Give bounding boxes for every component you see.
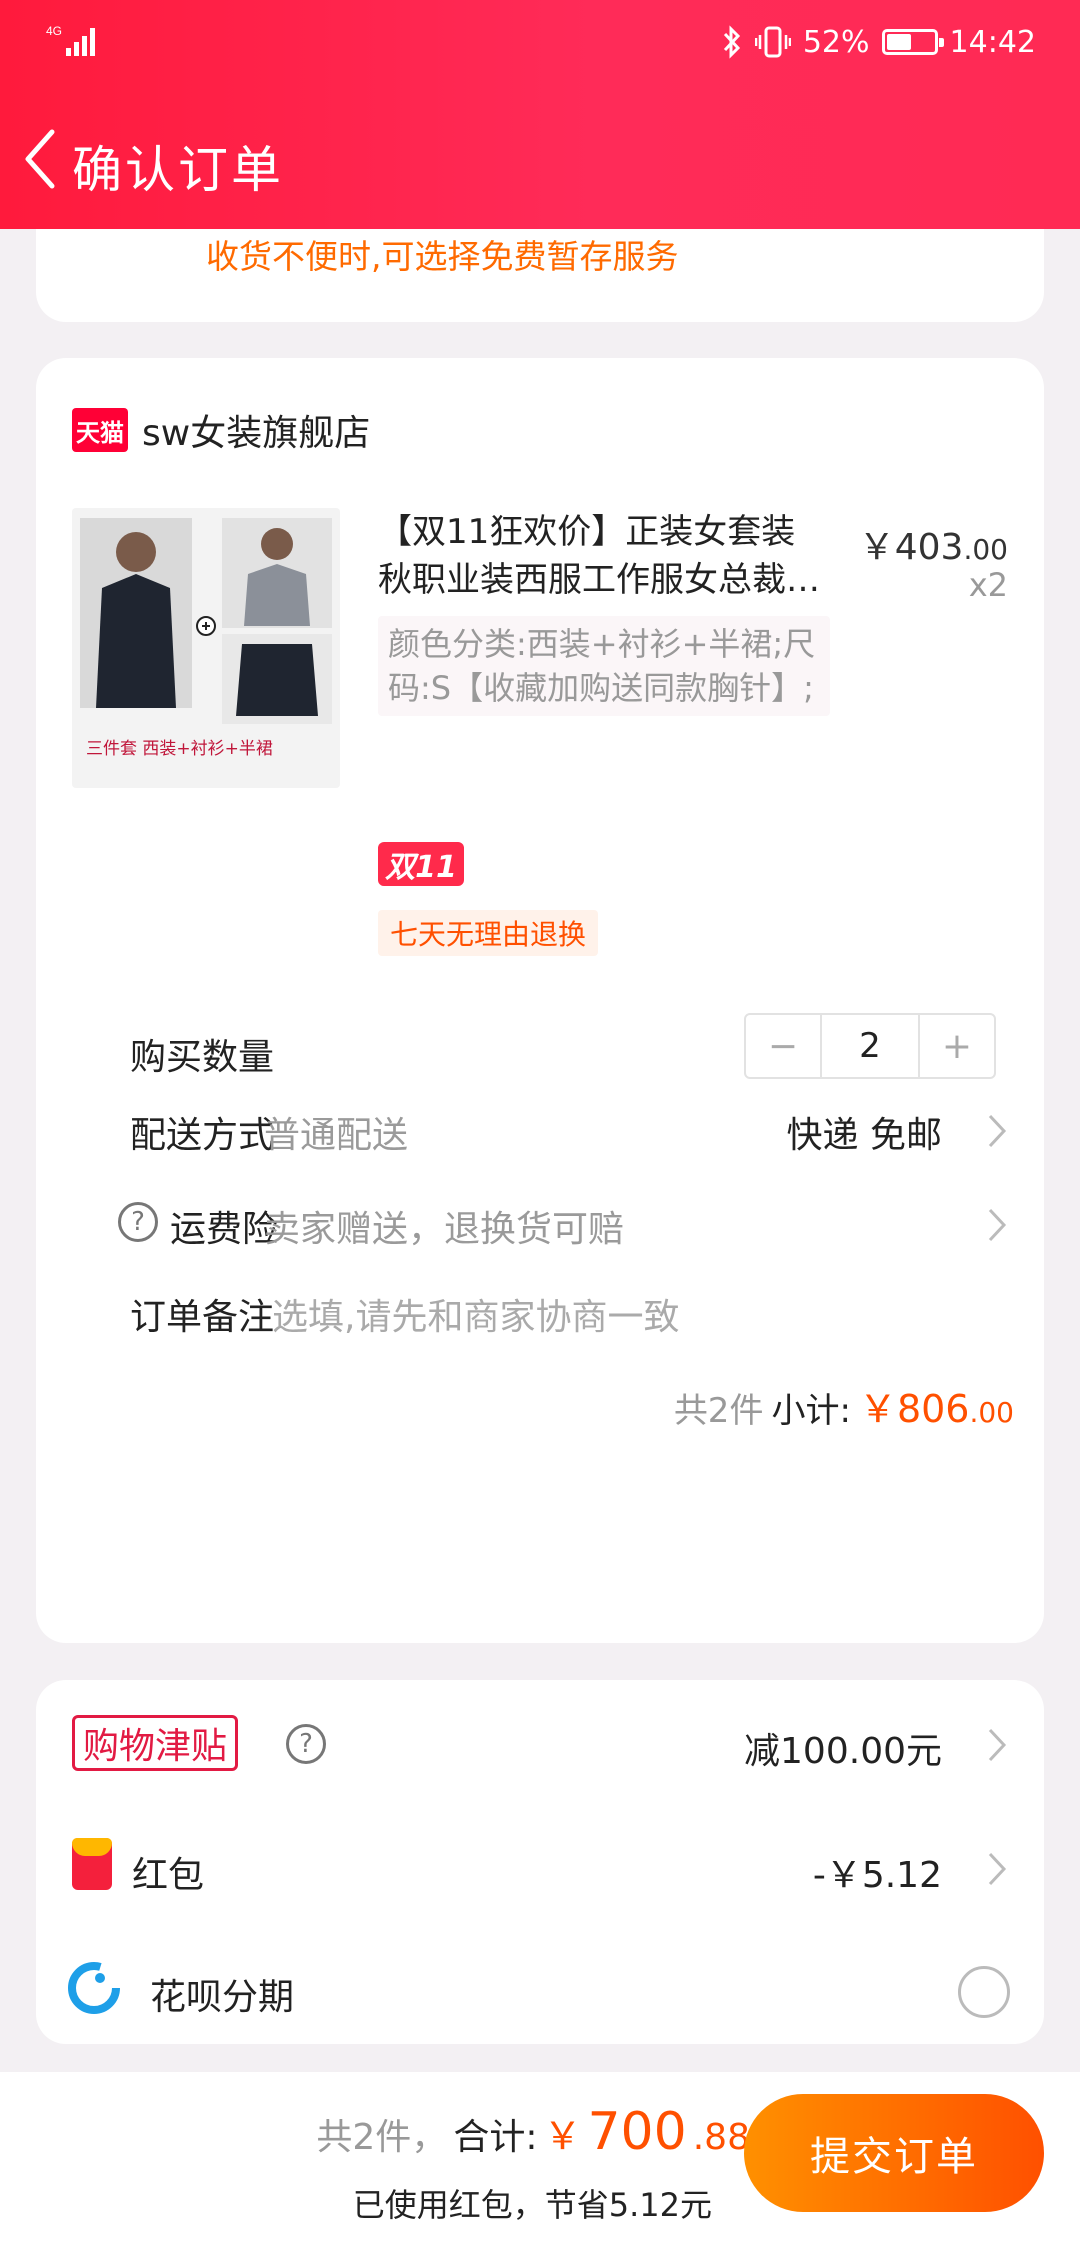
subtotal-amount: ￥806.00 [859, 1378, 1014, 1433]
price-dec: .00 [963, 533, 1008, 566]
chevron-right-icon [988, 1852, 1007, 1886]
order-card: 天猫 sw女装旗舰店 三件套 西装+衬衫+半裙 【双11狂欢价】正装女套装 秋职… [36, 358, 1044, 1643]
subtotal-currency: ￥ [858, 1387, 897, 1431]
red-packet-icon [72, 1838, 112, 1890]
product-photo-icon: 三件套 西装+衬衫+半裙 [72, 508, 340, 788]
return-policy-tag: 七天无理由退换 [378, 910, 599, 956]
page-title: 确认订单 [72, 141, 284, 199]
product-title-line2: 秋职业装西服工作服女总裁… [378, 560, 820, 600]
product-title-line1: 【双11狂欢价】正装女套装 [378, 512, 796, 552]
hongbao-value: -￥5.12 [812, 1855, 942, 1896]
insurance-value: 卖家赠送，退换货可赔 [264, 1209, 625, 1250]
huabei-label: 花呗分期 [150, 1977, 295, 2018]
battery-icon [881, 29, 944, 55]
product-title[interactable]: 【双11狂欢价】正装女套装 秋职业装西服工作服女总裁… [378, 508, 878, 604]
header: 4G 52% 14:42 确认订单 [0, 0, 1080, 229]
signal-icon: 4G [46, 24, 95, 56]
sku-text[interactable]: 颜色分类:西装+衬衫+半裙;尺码:S【收藏加购送同款胸针】; [378, 616, 830, 716]
nav-bar: 确认订单 [0, 110, 1080, 210]
delivery-value: 普通配送 [264, 1115, 409, 1156]
saving-note: 已使用红包，节省5.12元 [352, 2186, 712, 2224]
benefits-card: 购物津贴 ? 减100.00元 红包 -￥5.12 花呗分期 [36, 1680, 1044, 2044]
chevron-right-icon [988, 1728, 1007, 1762]
clock: 14:42 [949, 24, 1036, 60]
vibrate-icon [754, 26, 791, 58]
subtotal: 共2件 小计: ￥806.00 [674, 1378, 1014, 1433]
battery-level [886, 34, 911, 50]
price-currency: ￥ [858, 527, 895, 568]
delivery-label: 配送方式 [130, 1115, 275, 1156]
shop-name: sw女装旗舰店 [142, 413, 371, 454]
total-label: 合计: [453, 2117, 538, 2158]
chevron-right-icon [988, 1114, 1007, 1148]
hongbao-label: 红包 [132, 1855, 205, 1896]
delivery-detail: 快递 免邮 [786, 1115, 942, 1156]
remark-input[interactable]: 选填,请先和商家协商一致 [272, 1288, 679, 1340]
product-image[interactable]: 三件套 西装+衬衫+半裙 [72, 508, 340, 788]
status-bar: 4G 52% 14:42 [0, 0, 1080, 84]
total-count: 共2件， [316, 2117, 448, 2158]
svg-text:三件套 西装+衬衫+半裙: 三件套 西装+衬衫+半裙 [86, 739, 273, 759]
unit-price: ￥403.00 [859, 518, 1008, 570]
remark-label: 订单备注 [130, 1297, 275, 1338]
quantity-badge: x2 [968, 566, 1008, 604]
quantity-stepper: − 2 + [744, 1013, 996, 1079]
status-right: 52% 14:42 [721, 18, 1036, 66]
total-dec: .88 [692, 2117, 750, 2158]
minus-button[interactable]: − [746, 1015, 820, 1077]
storage-notice-text: 收货不便时,可选择免费暂存服务 [206, 237, 679, 276]
insurance-label: 运费险 [170, 1209, 279, 1250]
subtotal-int: 806 [896, 1387, 970, 1431]
total-line: 共2件， 合计: ￥ 700.88 [316, 2102, 750, 2162]
tmall-icon: 天猫 [72, 408, 128, 452]
plus-button[interactable]: + [920, 1015, 994, 1077]
quantity-label: 购买数量 [130, 1037, 275, 1078]
submit-order-button[interactable]: 提交订单 [744, 2094, 1044, 2212]
battery-percent: 52% [802, 24, 870, 60]
question-icon[interactable]: ? [286, 1724, 326, 1764]
total-currency: ￥ [543, 2114, 582, 2158]
quantity-value[interactable]: 2 [820, 1015, 920, 1077]
price-int: 403 [894, 527, 964, 568]
footer-bar: 共2件， 合计: ￥ 700.88 已使用红包，节省5.12元 提交订单 [0, 2072, 1080, 2244]
subtotal-dec: .00 [969, 1396, 1014, 1429]
back-arrow-icon[interactable] [18, 124, 62, 194]
question-icon[interactable]: ? [118, 1202, 158, 1242]
subtotal-count: 共2件 [673, 1391, 764, 1431]
jintie-tag: 购物津贴 [72, 1715, 239, 1771]
svg-text:4G: 4G [46, 24, 62, 38]
huabei-icon [68, 1962, 120, 2014]
chevron-right-icon [988, 1208, 1007, 1242]
double-11-badge: 双11 [378, 842, 464, 886]
shop-row[interactable]: 天猫 sw女装旗舰店 [72, 402, 370, 458]
subtotal-label: 小计: [771, 1391, 851, 1431]
total-int: 700 [587, 2102, 687, 2162]
jintie-value: 减100.00元 [744, 1731, 942, 1772]
bluetooth-icon [723, 25, 740, 59]
huabei-radio[interactable] [958, 1966, 1010, 2018]
